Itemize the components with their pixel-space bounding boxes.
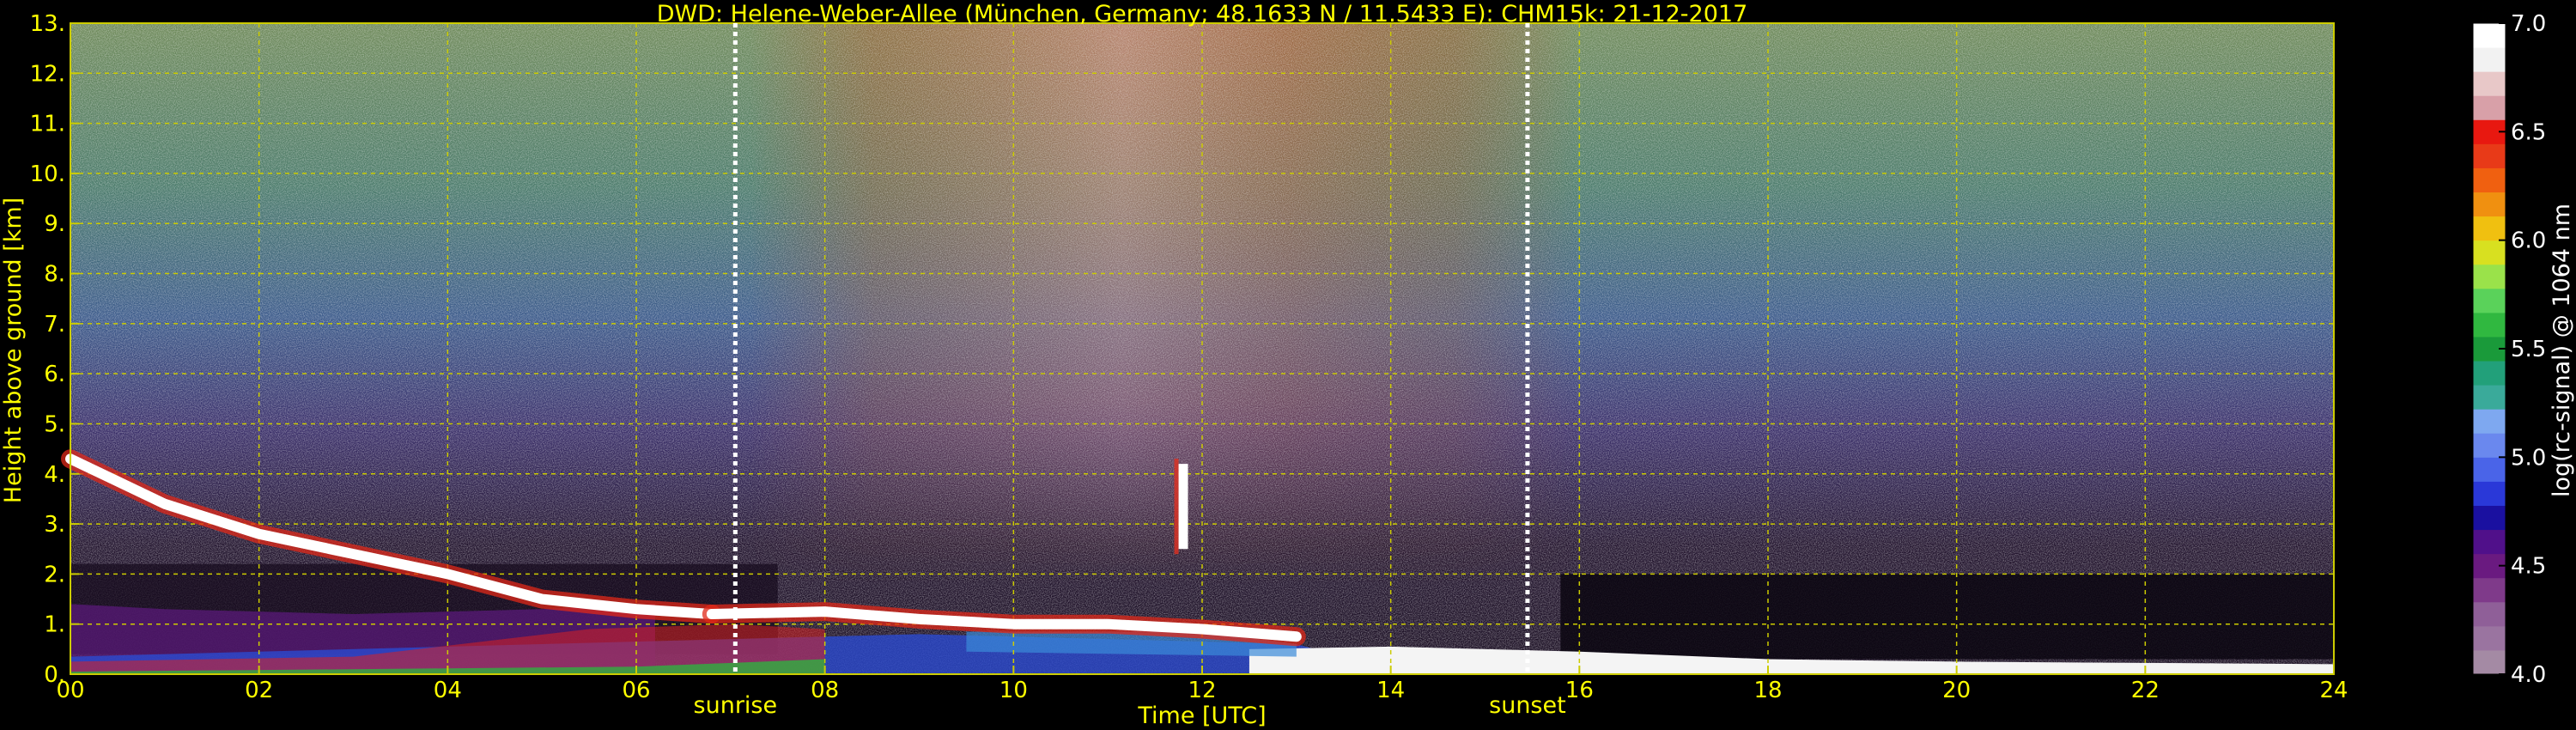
colorbar-segment <box>2473 192 2506 217</box>
x-tick-label: 12 <box>1188 678 1216 703</box>
colorbar-segment <box>2473 409 2506 434</box>
colorbar-segment <box>2473 143 2506 168</box>
feature-isolated-cloud <box>1178 464 1188 550</box>
colorbar: 4.0 4.5 5.0 5.5 6.0 6.5 7.0 <box>2472 11 2546 688</box>
x-tick-label: 10 <box>999 678 1028 703</box>
y-tick-label: 6. <box>44 362 65 387</box>
colorbar-segment <box>2473 216 2506 241</box>
feature-isolated-cloud-edge <box>1174 459 1179 555</box>
x-tick-label: 04 <box>434 678 462 703</box>
x-tick-label: 14 <box>1376 678 1405 703</box>
y-tick-label: 5. <box>44 411 65 437</box>
colorbar-segment <box>2473 505 2506 531</box>
y-tick-label: 8. <box>44 262 65 288</box>
y-tick-label: 0. <box>44 662 65 688</box>
y-tick-label: 2. <box>44 562 65 587</box>
marker-label-sunset: sunset <box>1489 692 1566 719</box>
colorbar-tick-label: 4.0 <box>2511 662 2546 688</box>
colorbar-segment <box>2473 23 2506 48</box>
colorbar-segment <box>2473 240 2506 265</box>
y-tick-label: 12. <box>30 61 65 87</box>
colorbar-segment <box>2473 47 2506 72</box>
y-tick-label: 7. <box>44 312 65 338</box>
x-tick-label: 24 <box>2319 678 2348 703</box>
x-tick-label: 06 <box>622 678 650 703</box>
y-tick-label: 1. <box>44 612 65 638</box>
colorbar-segment <box>2473 481 2506 506</box>
marker-label-sunrise: sunrise <box>694 692 778 719</box>
colorbar-label: log(rc-signal) @ 1064 nm <box>2549 204 2575 497</box>
colorbar-segment <box>2473 433 2506 458</box>
ceilometer-chart: 00 02 04 06 08 10 12 14 16 18 20 22 24 0.1.2.3.4.5.6… <box>0 1 2575 729</box>
y-tick-label: 4. <box>44 462 65 488</box>
colorbar-segment <box>2473 601 2506 627</box>
x-axis-label: Time [UTC] <box>1137 703 1266 729</box>
colorbar-segment <box>2473 577 2506 603</box>
colorbar-segment <box>2473 167 2506 193</box>
y-tick-label: 13. <box>30 11 65 37</box>
colorbar-segment <box>2473 529 2506 555</box>
x-tick-label: 18 <box>1753 678 1782 703</box>
colorbar-tick-label: 5.0 <box>2511 445 2546 471</box>
colorbar-tick-label: 7.0 <box>2511 11 2546 37</box>
y-tick-label: 10. <box>30 161 65 187</box>
colorbar-tick-label: 5.5 <box>2511 337 2546 362</box>
y-axis-label: Height above ground [km] <box>0 198 27 503</box>
colorbar-tick-label: 4.5 <box>2511 554 2546 580</box>
y-tick-label: 3. <box>44 512 65 538</box>
evening-dark-band <box>1560 574 2334 660</box>
colorbar-segment <box>2473 457 2506 482</box>
y-tick-label: 9. <box>44 211 65 237</box>
colorbar-segment <box>2473 385 2506 410</box>
x-tick-label: 08 <box>811 678 839 703</box>
colorbar-segment <box>2473 312 2506 338</box>
y-tick-label: 11. <box>30 112 65 137</box>
colorbar-segment <box>2473 361 2506 386</box>
x-tick-label: 20 <box>1942 678 1971 703</box>
colorbar-tick-label: 6.0 <box>2511 228 2546 254</box>
colorbar-segment <box>2473 288 2506 313</box>
x-tick-label: 22 <box>2131 678 2160 703</box>
colorbar-segment <box>2473 71 2506 96</box>
colorbar-segment <box>2473 264 2506 289</box>
colorbar-segment <box>2473 649 2506 675</box>
colorbar-tick-label: 6.5 <box>2511 119 2546 145</box>
x-tick-label: 16 <box>1565 678 1594 703</box>
chart-title: DWD: Helene-Weber-Allee (München, German… <box>657 1 1748 27</box>
colorbar-segment <box>2473 95 2506 120</box>
x-tick-label: 02 <box>245 678 273 703</box>
colorbar-segment <box>2473 625 2506 651</box>
